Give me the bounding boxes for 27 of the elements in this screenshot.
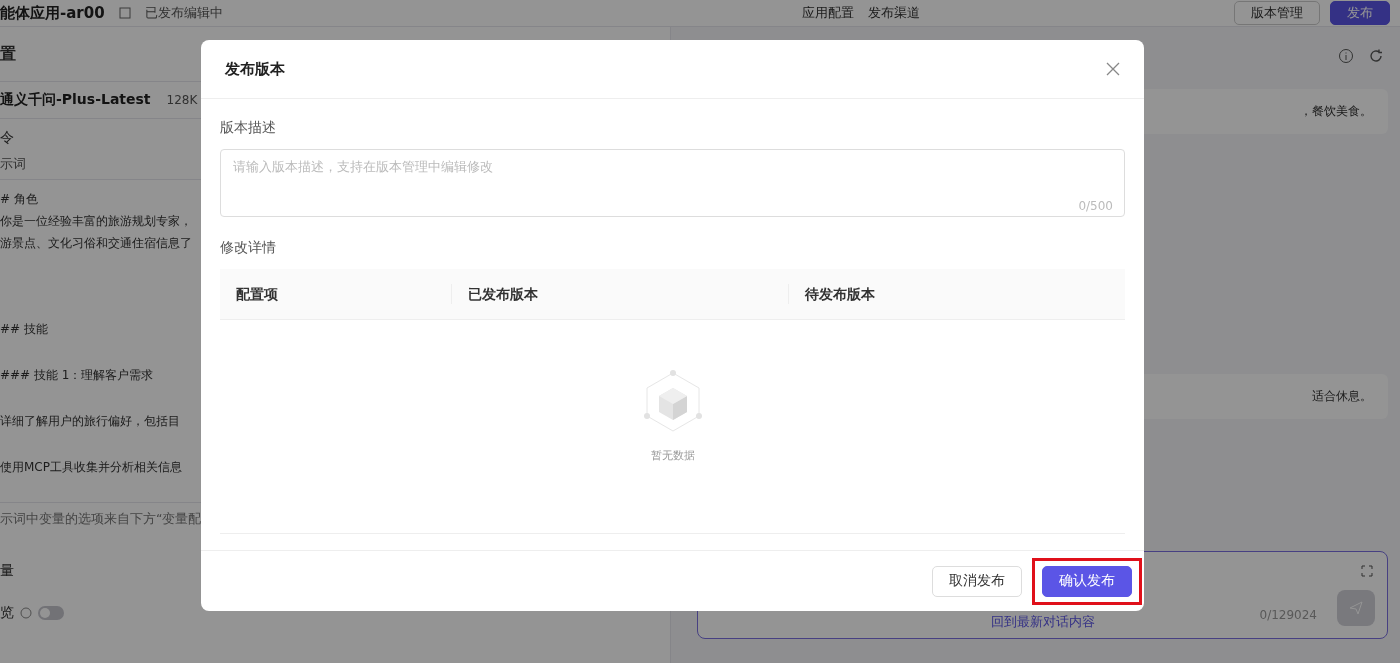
prompt-line: 详细了解用户的旅行偏好，包括目 [0, 413, 180, 430]
column-header: 待发布版本 [788, 284, 1125, 304]
app-title: 能体应用-ar00 [0, 3, 105, 23]
status-text: 已发布编辑中 [144, 4, 223, 22]
field-label: 版本描述 [220, 119, 277, 137]
dialog-title: 发布版本 [225, 59, 285, 79]
prompt-line: 游景点、文化习俗和交通住宿信息了 [0, 235, 192, 252]
section-title: 令 [0, 129, 14, 147]
hint-text: 示词中变量的选项来自下方“变量配 [0, 511, 202, 526]
panel-title: 置 [0, 43, 16, 65]
prompt-line: 你是一位经验丰富的旅游规划专家， [0, 213, 192, 230]
section-title: 量 [0, 562, 14, 580]
char-counter: 0/500 [1078, 199, 1113, 213]
empty-text: 暂无数据 [650, 448, 695, 463]
prompt-line: 使用MCP工具收集并分析相关信息 [0, 459, 182, 476]
prompt-line: ## 技能 [0, 321, 48, 338]
prompt-line: ### 技能 1：理解客户需求 [0, 367, 154, 384]
column-header: 已发布版本 [451, 284, 788, 304]
message-text: 适合休息。 [1312, 389, 1372, 403]
subsection-title: 示词 [0, 155, 26, 173]
toggle-label: 览 [0, 604, 14, 622]
context-length-label: 128K [166, 93, 198, 107]
field-label: 修改详情 [220, 239, 277, 257]
message-text: ，餐饮美食。 [1300, 104, 1372, 118]
char-counter: 0/129024 [1259, 608, 1317, 622]
column-header: 配置项 [235, 285, 279, 304]
prompt-line: # 角色 [0, 191, 38, 208]
